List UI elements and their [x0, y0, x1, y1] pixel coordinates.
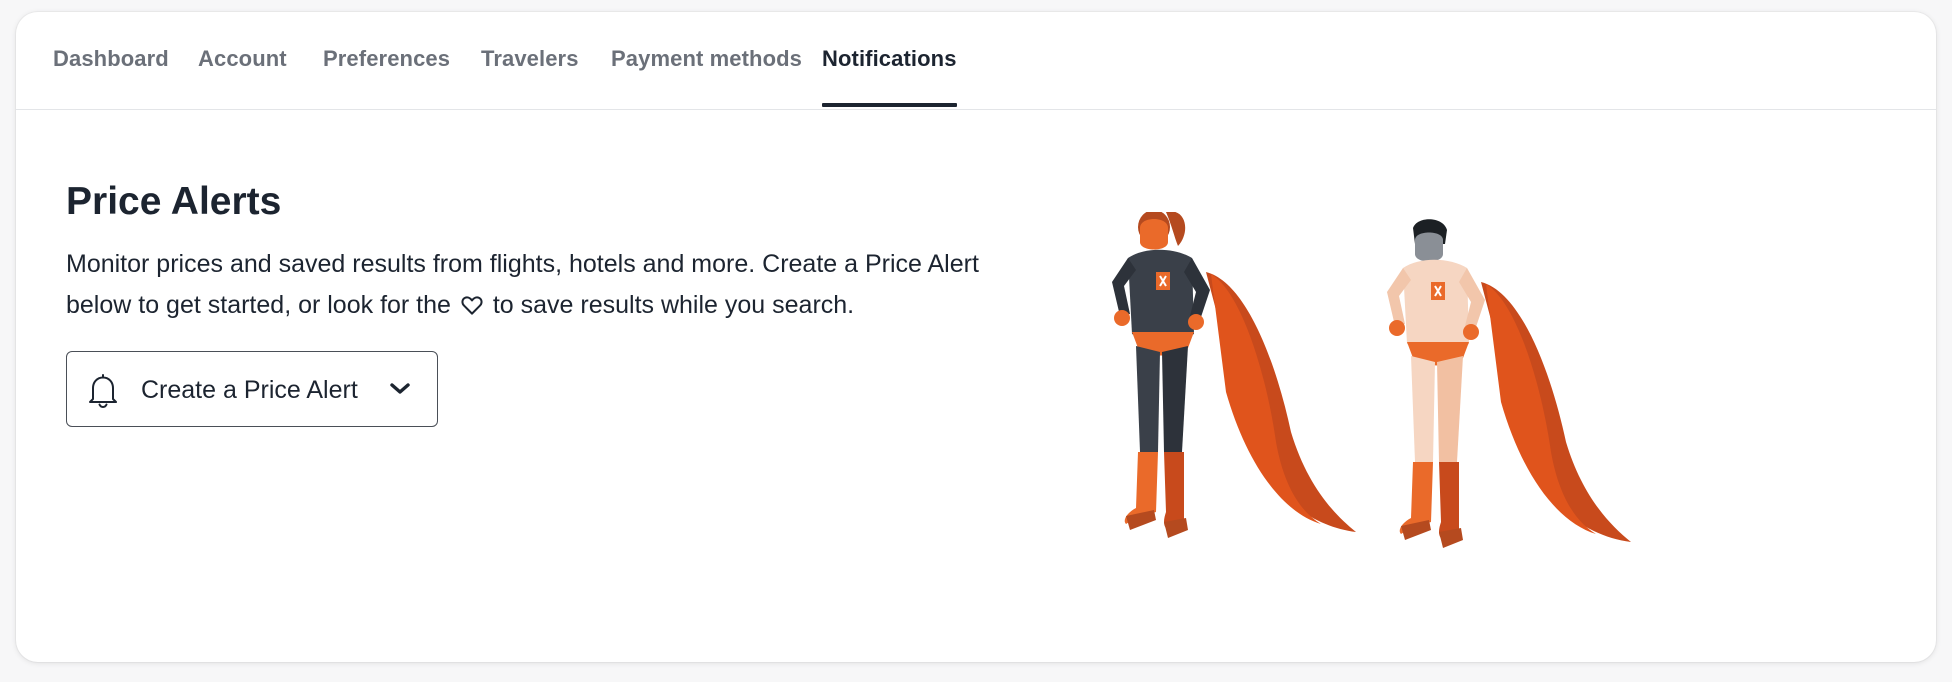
chevron-down-icon [390, 383, 410, 394]
tab-payment-methods[interactable]: Payment methods [611, 46, 802, 72]
price-alerts-description: Monitor prices and saved results from fl… [66, 244, 1026, 326]
tab-travelers[interactable]: Travelers [481, 46, 579, 72]
hero-light-figure [1387, 219, 1631, 548]
tab-account[interactable]: Account [198, 46, 287, 72]
tab-notifications[interactable]: Notifications [822, 46, 957, 107]
page-title: Price Alerts [66, 180, 282, 223]
settings-card: Dashboard Account Preferences Travelers … [16, 12, 1936, 662]
superheroes-illustration [1112, 212, 1631, 548]
tab-notifications-label: Notifications [822, 46, 957, 71]
active-tab-indicator [822, 103, 957, 107]
tab-preferences[interactable]: Preferences [323, 46, 450, 72]
description-text-end: to save results while you search. [492, 291, 855, 319]
create-price-alert-label: Create a Price Alert [141, 376, 358, 404]
hero-dark-figure [1112, 212, 1356, 538]
create-price-alert-dropdown[interactable]: Create a Price Alert [66, 351, 438, 427]
heart-icon [461, 296, 483, 315]
tab-dashboard[interactable]: Dashboard [53, 46, 169, 72]
bell-icon [89, 374, 117, 408]
settings-tab-bar: Dashboard Account Preferences Travelers … [16, 12, 1936, 110]
